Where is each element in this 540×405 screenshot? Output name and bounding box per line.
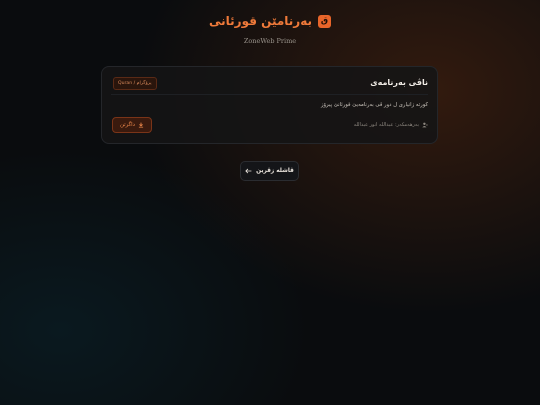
download-icon bbox=[138, 122, 144, 128]
program-name: ناڤی بەرنامەی bbox=[370, 78, 428, 87]
category-badge-label: پرۆگرام / Quran bbox=[118, 81, 152, 86]
card-divider bbox=[111, 94, 428, 95]
author-label: بەرهەمکەر: عبداللە انور عبداللە bbox=[353, 122, 419, 128]
page-header: ق بەرنامێن قورئانی ZoneWeb Prime bbox=[0, 14, 540, 45]
book-icon: ق bbox=[317, 14, 331, 28]
back-button[interactable]: ڤاشلە زڤرین bbox=[240, 161, 299, 181]
site-subtitle: ZoneWeb Prime bbox=[243, 37, 297, 45]
back-button-label: ڤاشلە زڤرین bbox=[256, 168, 294, 174]
download-button[interactable]: داگرتن bbox=[112, 117, 152, 133]
page-title: بەرنامێن قورئانی bbox=[209, 14, 312, 28]
author-info: بەرهەمکەر: عبداللە انور عبداللە bbox=[354, 122, 428, 128]
arrow-left-icon bbox=[245, 168, 252, 174]
program-description: کورتە زانیاری ل دور ڤی بەرنامەیێ قورئانێ… bbox=[320, 102, 428, 108]
category-badge: پرۆگرام / Quran bbox=[113, 77, 157, 90]
program-card: ناڤی بەرنامەی پرۆگرام / Quran کورتە زانی… bbox=[101, 66, 438, 144]
title-row: ق بەرنامێن قورئانی bbox=[0, 14, 540, 28]
download-button-label: داگرتن bbox=[119, 122, 136, 128]
user-icon bbox=[422, 122, 428, 128]
